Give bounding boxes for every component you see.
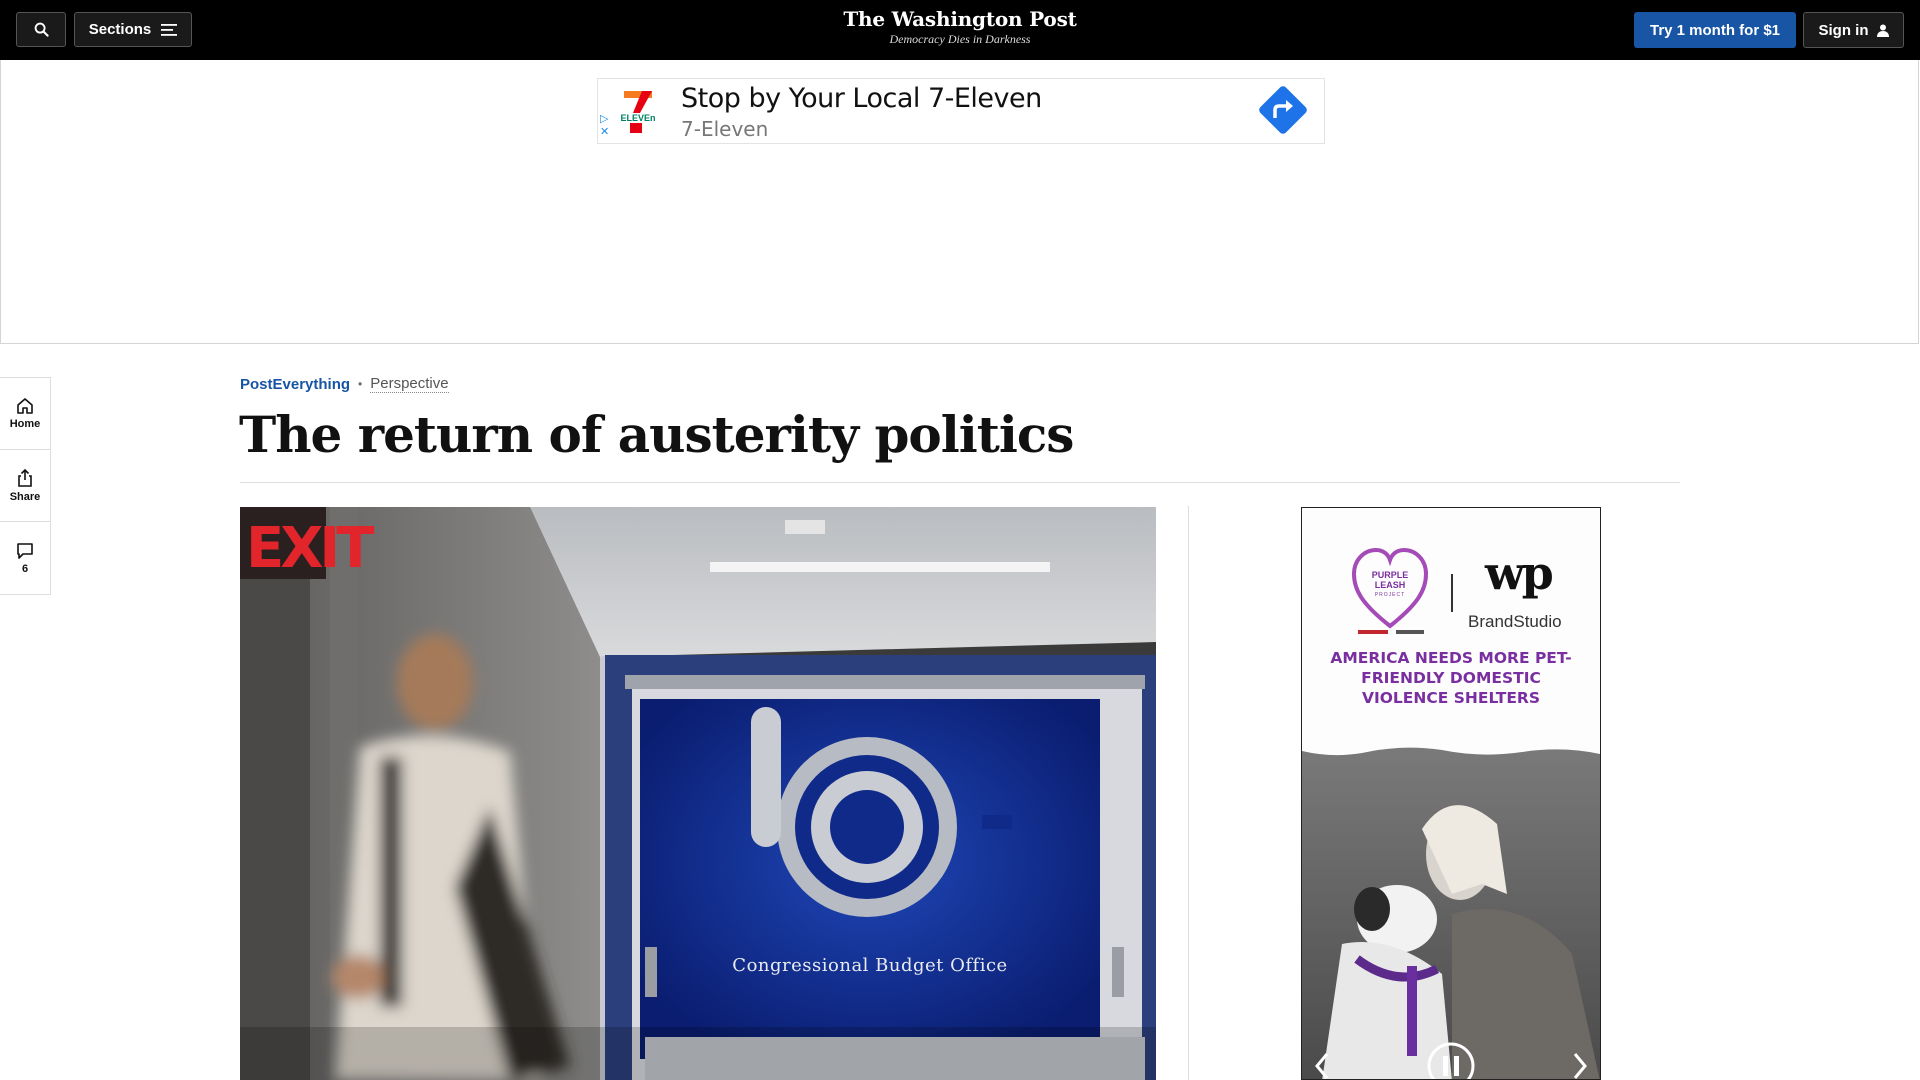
column-divider xyxy=(1188,506,1189,1080)
headline-divider xyxy=(240,482,1680,483)
brandstudio-label: BrandStudio xyxy=(1468,612,1562,631)
wp-logo-mark: wp xyxy=(1485,546,1554,600)
ad-message: AMERICA NEEDS MORE PET-FRIENDLY DOMESTIC… xyxy=(1330,649,1572,707)
user-icon xyxy=(1876,24,1889,37)
sections-button[interactable]: Sections xyxy=(74,12,192,47)
logo-text: ELEVEn xyxy=(620,113,655,123)
article-headline: The return of austerity politics xyxy=(239,405,1074,464)
logo-title: The Washington Post xyxy=(843,7,1077,31)
comment-icon xyxy=(17,542,33,559)
rail-comments[interactable]: 6 xyxy=(0,522,50,594)
lead-photo-illustration: EXIT Congressional Budget Office xyxy=(240,507,1156,1080)
perspective-label[interactable]: Perspective xyxy=(370,375,449,393)
logo-tagline: Democracy Dies in Darkness xyxy=(889,32,1031,46)
ad-divider xyxy=(1451,574,1453,612)
comment-count: 6 xyxy=(21,562,29,575)
rail-share[interactable]: Share xyxy=(0,450,50,522)
sign-in-button[interactable]: Sign in xyxy=(1803,12,1904,48)
rail-home-label: Home xyxy=(9,418,41,430)
adchoices-icon[interactable]: ▷ ✕ xyxy=(600,113,609,139)
partner-line-1: PURPLE xyxy=(1372,570,1409,580)
rail-home[interactable]: Home xyxy=(0,378,50,450)
directions-arrow-icon[interactable] xyxy=(1258,85,1308,135)
side-ad-header: PURPLE LEASH PROJECT wp BrandStudio AMER… xyxy=(1302,508,1600,748)
site-logo[interactable]: The Washington Post Democracy Dies in Da… xyxy=(760,6,1160,46)
home-icon xyxy=(17,398,33,414)
exit-sign-text: EXIT xyxy=(246,516,374,581)
section-link[interactable]: PostEverything xyxy=(240,376,350,393)
seven-eleven-banner-ad[interactable]: ▷ ✕ ELEVEn Stop by Your Local 7-Eleven 7-… xyxy=(597,78,1325,144)
seven-eleven-logo: ELEVEn xyxy=(620,87,656,135)
brandstudio-side-ad[interactable]: PURPLE LEASH PROJECT wp BrandStudio AMER… xyxy=(1301,507,1601,1080)
search-button[interactable] xyxy=(16,12,66,47)
kicker-separator: • xyxy=(358,377,363,391)
partner-line-3: PROJECT xyxy=(1375,592,1405,598)
cbo-wall-sign: Congressional Budget Office xyxy=(732,955,1007,976)
subscribe-button[interactable]: Try 1 month for $1 xyxy=(1634,12,1796,48)
ad-advertiser: 7-Eleven xyxy=(681,117,769,141)
lead-photo[interactable]: EXIT Congressional Budget Office xyxy=(240,507,1156,1080)
ad-headline[interactable]: Stop by Your Local 7-Eleven xyxy=(681,83,1042,114)
article-kicker: PostEverything • Perspective xyxy=(240,375,449,393)
sections-label: Sections xyxy=(88,21,152,38)
menu-icon xyxy=(161,23,178,36)
purple-leash-logo: PURPLE LEASH PROJECT xyxy=(1352,547,1428,634)
sign-in-label: Sign in xyxy=(1818,21,1869,39)
rail-share-label: Share xyxy=(9,491,41,503)
partner-line-2: LEASH xyxy=(1375,580,1406,590)
top-ad-zone: ▷ ✕ ELEVEn Stop by Your Local 7-Eleven 7-… xyxy=(0,60,1919,344)
top-navigation-bar: Sections The Washington Post Democracy D… xyxy=(0,0,1920,60)
search-icon xyxy=(34,22,49,37)
share-icon xyxy=(18,468,32,487)
side-ad-photo xyxy=(1302,744,1600,1079)
article-action-rail: Home Share 6 xyxy=(0,377,51,595)
